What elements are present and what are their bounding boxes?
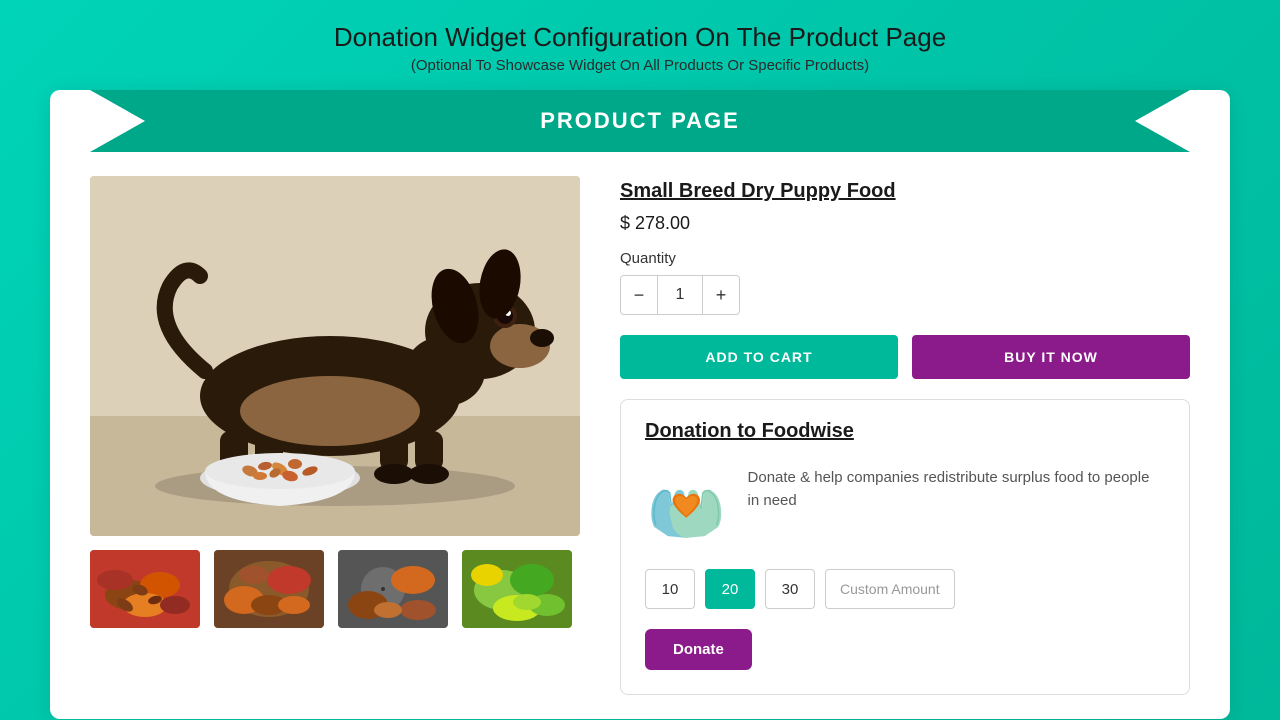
quantity-value: 1 xyxy=(657,276,703,314)
thumbnail-1[interactable] xyxy=(90,550,200,628)
quantity-label: Quantity xyxy=(620,250,1190,267)
donation-title: Donation to Foodwise xyxy=(645,420,1165,443)
dog-svg xyxy=(90,176,580,536)
thumbnail-3[interactable] xyxy=(338,550,448,628)
page-subtitle: (Optional To Showcase Widget On All Prod… xyxy=(334,57,946,74)
action-buttons: ADD TO CART BUY IT NOW xyxy=(620,335,1190,379)
buy-it-now-button[interactable]: BUY IT NOW xyxy=(912,335,1190,379)
product-page-banner: PRODUCT PAGE xyxy=(90,90,1190,152)
donation-amount-20[interactable]: 20 xyxy=(705,569,755,609)
product-card: PRODUCT PAGE xyxy=(50,90,1230,719)
banner-text: PRODUCT PAGE xyxy=(540,108,740,133)
quantity-increase-button[interactable]: + xyxy=(703,276,739,314)
donation-amounts: 10 20 30 Custom Amount xyxy=(645,569,1165,609)
page-title: Donation Widget Configuration On The Pro… xyxy=(334,22,946,53)
product-title: Small Breed Dry Puppy Food xyxy=(620,180,1190,203)
thumbnail-4[interactable] xyxy=(462,550,572,628)
add-to-cart-button[interactable]: ADD TO CART xyxy=(620,335,898,379)
quantity-decrease-button[interactable]: − xyxy=(621,276,657,314)
donation-custom-amount[interactable]: Custom Amount xyxy=(825,569,955,609)
content-area: Small Breed Dry Puppy Food $ 278.00 Quan… xyxy=(50,152,1230,695)
donation-amount-10[interactable]: 10 xyxy=(645,569,695,609)
page-header: Donation Widget Configuration On The Pro… xyxy=(334,0,946,90)
thumbnail-strip xyxy=(90,550,580,628)
donate-button[interactable]: Donate xyxy=(645,629,752,670)
quantity-control: − 1 + xyxy=(620,275,740,315)
product-price: $ 278.00 xyxy=(620,213,1190,234)
donation-amount-30[interactable]: 30 xyxy=(765,569,815,609)
donation-icon xyxy=(645,459,728,549)
product-images xyxy=(90,176,580,695)
donation-widget: Donation to Foodwise Donate & h xyxy=(620,399,1190,695)
main-product-image xyxy=(90,176,580,536)
donation-description: Donate & help companies redistribute sur… xyxy=(748,459,1165,512)
thumbnail-2[interactable] xyxy=(214,550,324,628)
product-info: Small Breed Dry Puppy Food $ 278.00 Quan… xyxy=(620,176,1190,695)
donation-body: Donate & help companies redistribute sur… xyxy=(645,459,1165,549)
